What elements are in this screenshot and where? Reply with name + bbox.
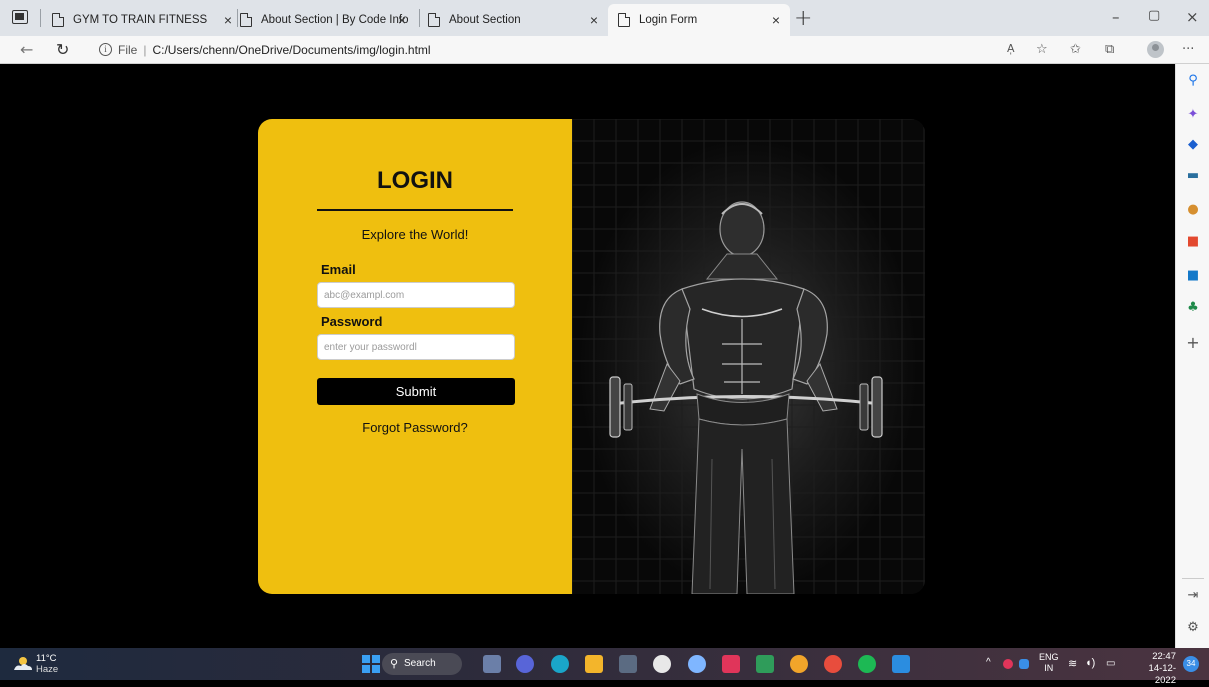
restore-button[interactable]: ▢ xyxy=(1148,8,1160,23)
url-scheme: File xyxy=(118,43,138,57)
page-viewport: LOGIN Explore the World! Email Password … xyxy=(0,65,1175,648)
tab-gym-to-train-fitness[interactable]: GYM TO TRAIN FITNESS × xyxy=(52,4,242,36)
login-subtitle: Explore the World! xyxy=(361,227,469,242)
clock-time: 22:47 xyxy=(1152,651,1176,662)
file-icon xyxy=(52,13,64,27)
profile-avatar[interactable] xyxy=(1147,41,1164,58)
games-icon[interactable]: ● xyxy=(1185,202,1201,218)
file-explorer-icon[interactable] xyxy=(585,655,603,673)
app-icon[interactable] xyxy=(688,655,706,673)
tab-label: About Section | By Code Info xyxy=(261,14,409,26)
file-icon xyxy=(618,13,630,27)
tools-icon[interactable]: ▬ xyxy=(1185,168,1201,184)
windows-start-icon[interactable] xyxy=(362,655,380,673)
add-icon[interactable]: + xyxy=(1185,335,1201,351)
submit-button[interactable]: Submit xyxy=(317,378,515,405)
tab-label: Login Form xyxy=(639,14,698,26)
taskbar: 11°C Haze ⚲ Search ^ ENG IN ≋ ◖) ▭ 22:47… xyxy=(0,648,1209,686)
refresh-icon[interactable]: ↻ xyxy=(56,40,69,59)
chrome-icon[interactable] xyxy=(653,655,671,673)
new-tab-button[interactable]: + xyxy=(794,6,812,31)
forgot-password-link[interactable]: Forgot Password? xyxy=(258,420,572,435)
add-favorite-icon[interactable]: ☆ xyxy=(1036,42,1048,57)
outlook-icon[interactable]: ■ xyxy=(1185,268,1201,284)
address-bar: ← ↻ i File | C:/Users/chenn/OneDrive/Docum… xyxy=(0,36,1209,64)
login-panel: LOGIN Explore the World! Email Password … xyxy=(258,119,572,594)
file-icon xyxy=(240,13,252,27)
email-label: Email xyxy=(321,262,356,277)
tab-strip: GYM TO TRAIN FITNESS × About Section | B… xyxy=(0,0,1209,36)
mcafee-icon[interactable] xyxy=(722,655,740,673)
info-icon[interactable]: i xyxy=(99,43,112,56)
show-hidden-icons-icon[interactable]: ^ xyxy=(986,657,991,668)
tab-label: About Section xyxy=(449,14,521,26)
close-tab-icon[interactable]: × xyxy=(590,12,598,28)
search-label: Search xyxy=(404,658,436,669)
tab-actions-icon[interactable] xyxy=(12,10,28,24)
file-icon xyxy=(428,13,440,27)
edge-sidebar: ⚲ ✦ ◆ ▬ ● ■ ■ ♣ + ⇥ ⚙ xyxy=(1175,64,1209,648)
close-tab-icon[interactable]: × xyxy=(398,12,406,28)
tab-divider xyxy=(237,9,238,27)
weather-icon xyxy=(14,657,32,670)
back-arrow-icon[interactable]: ← xyxy=(20,40,33,59)
copilot-icon[interactable]: ✦ xyxy=(1185,107,1201,123)
bodybuilder-image xyxy=(572,119,925,594)
tab-login-form[interactable]: Login Form × xyxy=(608,4,790,36)
tab-divider xyxy=(419,9,420,27)
wifi-icon[interactable]: ≋ xyxy=(1068,657,1077,670)
close-tab-icon[interactable]: × xyxy=(224,12,232,28)
chat-icon[interactable] xyxy=(516,655,534,673)
tab-about-section[interactable]: About Section × xyxy=(428,4,608,36)
app2-icon[interactable] xyxy=(790,655,808,673)
battery-icon[interactable]: ▭ xyxy=(1106,658,1115,669)
clock-date: 14-12-2022 xyxy=(1148,663,1176,686)
title-divider xyxy=(317,209,513,211)
app-tray-icon[interactable] xyxy=(1019,659,1029,669)
pycharm-icon[interactable] xyxy=(756,655,774,673)
region-code: IN xyxy=(1044,663,1054,673)
gym-photo xyxy=(572,119,925,594)
favorites-icon[interactable]: ✩ xyxy=(1070,42,1081,57)
minimize-button[interactable]: – xyxy=(1112,8,1120,26)
language-indicator[interactable]: ENG IN xyxy=(1039,652,1059,674)
language-code: ENG xyxy=(1039,652,1059,662)
weather-temp: 11°C xyxy=(36,653,57,664)
shopping-tag-icon[interactable]: ◆ xyxy=(1185,137,1201,153)
password-label: Password xyxy=(321,314,383,329)
close-window-button[interactable]: × xyxy=(1186,8,1199,26)
password-input[interactable] xyxy=(317,334,515,360)
url-field[interactable]: File | C:/Users/chenn/OneDrive/Documents/i… xyxy=(118,43,431,57)
close-tab-icon[interactable]: × xyxy=(772,12,780,28)
clock[interactable]: 22:47 14-12-2022 xyxy=(1132,651,1176,687)
mcafee-tray-icon[interactable] xyxy=(1003,659,1013,669)
email-input[interactable] xyxy=(317,282,515,308)
login-title: LOGIN xyxy=(377,167,453,194)
chrome-canary-icon[interactable] xyxy=(824,655,842,673)
tab-about-section-code-info[interactable]: About Section | By Code Info × xyxy=(240,4,416,36)
tab-divider xyxy=(40,9,41,27)
hide-sidebar-icon[interactable]: ⇥ xyxy=(1185,588,1201,604)
edge-icon[interactable] xyxy=(551,655,569,673)
read-aloud-icon[interactable]: A̩ xyxy=(1007,42,1015,55)
login-card: LOGIN Explore the World! Email Password … xyxy=(258,119,925,594)
tab-label: GYM TO TRAIN FITNESS xyxy=(73,14,208,26)
taskbar-search[interactable]: ⚲ Search xyxy=(382,653,462,675)
notification-badge[interactable]: 34 xyxy=(1183,656,1199,672)
office-icon[interactable]: ■ xyxy=(1185,234,1201,250)
collections-icon[interactable]: ⧉ xyxy=(1105,42,1114,57)
store-icon[interactable] xyxy=(619,655,637,673)
volume-icon[interactable]: ◖) xyxy=(1085,657,1095,669)
url-text: C:/Users/chenn/OneDrive/Documents/img/lo… xyxy=(152,43,431,57)
spotify-icon[interactable] xyxy=(858,655,876,673)
settings-gear-icon[interactable]: ⚙ xyxy=(1185,620,1201,636)
task-view-icon[interactable] xyxy=(483,655,501,673)
search-icon[interactable]: ⚲ xyxy=(1185,73,1201,89)
weather-desc: Haze xyxy=(36,664,59,675)
search-icon: ⚲ xyxy=(390,658,399,670)
more-icon[interactable]: ··· xyxy=(1182,42,1194,57)
sidebar-divider xyxy=(1182,578,1204,579)
vscode-icon[interactable] xyxy=(892,655,910,673)
tree-icon[interactable]: ♣ xyxy=(1185,300,1201,316)
